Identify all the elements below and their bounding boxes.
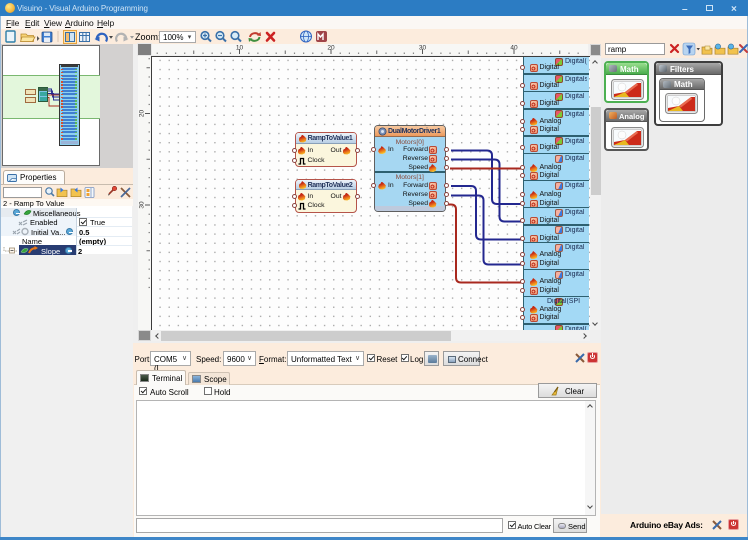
svg-text:30: 30	[139, 201, 146, 209]
svg-text:10: 10	[236, 45, 244, 52]
svg-text:20: 20	[327, 45, 335, 52]
svg-text:40: 40	[510, 45, 518, 52]
svg-text:30: 30	[419, 45, 427, 52]
svg-text:20: 20	[139, 110, 146, 118]
